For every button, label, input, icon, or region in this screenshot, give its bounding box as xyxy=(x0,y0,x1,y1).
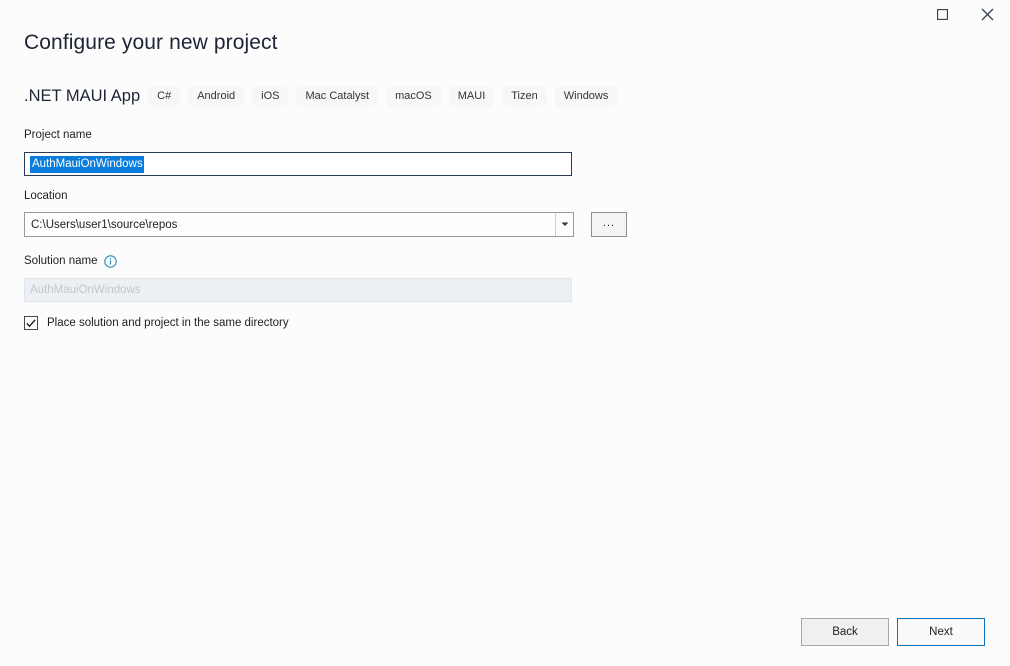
solution-name-input[interactable]: AuthMauiOnWindows xyxy=(24,278,572,302)
checkmark-icon xyxy=(26,319,36,328)
template-tag-macos: macOS xyxy=(386,86,441,107)
browse-location-button[interactable]: ... xyxy=(591,212,627,237)
place-solution-same-directory-label: Place solution and project in the same d… xyxy=(47,316,289,330)
solution-name-label: Solution name xyxy=(24,254,117,269)
template-tag-maui: MAUI xyxy=(449,86,495,107)
location-combobox[interactable]: C:\Users\user1\source\repos xyxy=(24,212,574,237)
project-name-input[interactable]: AuthMauiOnWindows xyxy=(24,152,572,176)
place-solution-same-directory-checkbox[interactable] xyxy=(24,316,38,330)
back-button-label: Back xyxy=(832,626,858,638)
template-name: .NET MAUI App xyxy=(24,83,140,109)
solution-name-value: AuthMauiOnWindows xyxy=(30,283,141,297)
template-summary: .NET MAUI App C# Android iOS Mac Catalys… xyxy=(24,83,617,109)
info-icon[interactable] xyxy=(104,255,117,268)
next-button[interactable]: Next xyxy=(897,618,985,646)
location-label-text: Location xyxy=(24,189,67,204)
close-icon xyxy=(981,8,994,21)
next-button-label: Next xyxy=(929,626,953,638)
page-title: Configure your new project xyxy=(24,29,278,57)
project-name-label-text: Project name xyxy=(24,128,92,143)
template-tag-android: Android xyxy=(188,86,244,107)
place-solution-same-directory-row[interactable]: Place solution and project in the same d… xyxy=(24,316,289,330)
template-tag-windows: Windows xyxy=(555,86,618,107)
square-icon xyxy=(937,9,948,20)
project-name-value: AuthMauiOnWindows xyxy=(30,156,144,173)
maximize-button[interactable] xyxy=(920,0,965,28)
chevron-down-icon xyxy=(561,222,569,227)
title-bar xyxy=(0,0,1010,28)
back-button[interactable]: Back xyxy=(801,618,889,646)
location-dropdown-button[interactable] xyxy=(555,213,573,236)
solution-name-label-text: Solution name xyxy=(24,254,98,269)
template-tag-csharp: C# xyxy=(148,86,180,107)
template-tag-mac-catalyst: Mac Catalyst xyxy=(296,86,378,107)
template-tag-ios: iOS xyxy=(252,86,288,107)
location-value: C:\Users\user1\source\repos xyxy=(25,213,555,236)
close-button[interactable] xyxy=(965,0,1010,28)
template-tag-tizen: Tizen xyxy=(502,86,547,107)
location-label: Location xyxy=(24,189,67,204)
project-name-label: Project name xyxy=(24,128,92,143)
ellipsis-icon: ... xyxy=(603,217,615,229)
